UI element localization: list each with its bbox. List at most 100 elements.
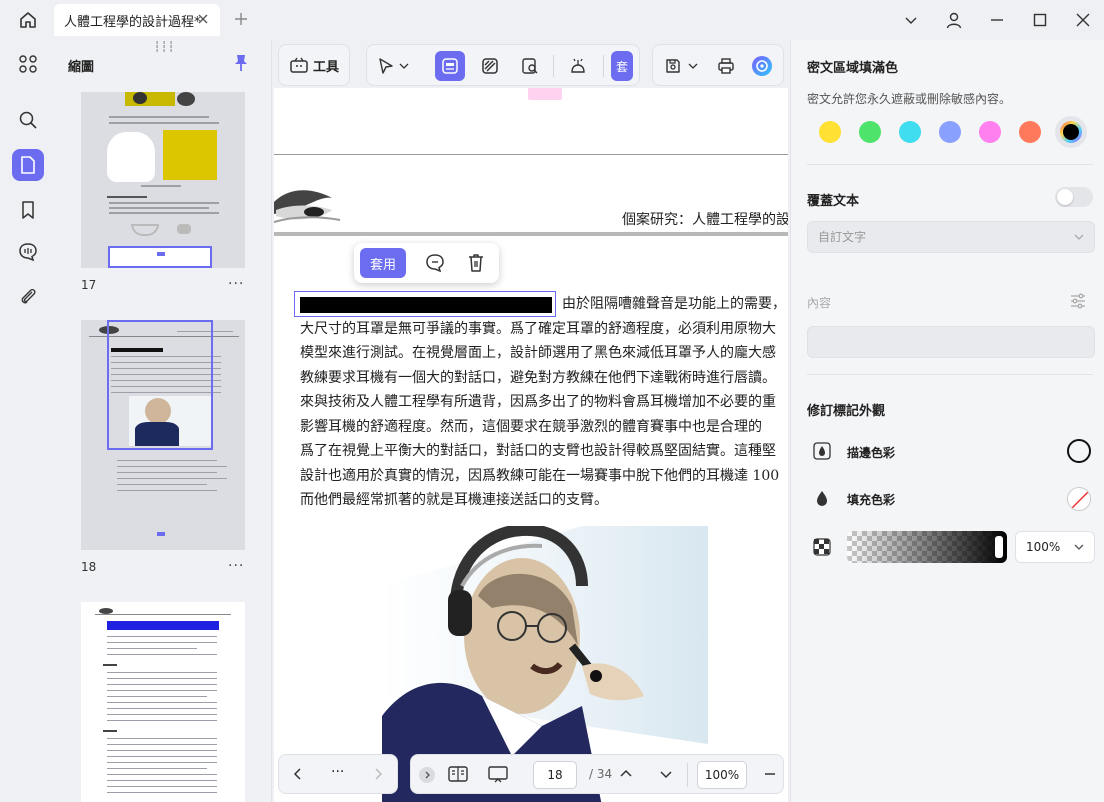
tools-group: 工具 (278, 44, 350, 86)
pin-icon[interactable] (233, 54, 249, 72)
tools-button[interactable]: 工具 (289, 55, 339, 75)
home-icon[interactable] (14, 8, 42, 32)
redact-tab[interactable]: 套 (611, 51, 633, 81)
comment-icon[interactable] (12, 236, 44, 268)
page-divider (274, 154, 788, 155)
content-label: 內容 (807, 296, 832, 310)
minimize-icon[interactable] (975, 0, 1018, 40)
document-tab-title: 人體工程學的設計過程* (64, 14, 201, 30)
resize-grip[interactable]: ┆┆┆ (154, 42, 175, 53)
ai-assistant-icon (751, 55, 773, 77)
overlay-text-toggle[interactable] (1055, 187, 1093, 207)
plus-icon[interactable] (232, 10, 250, 28)
fill-color-picker[interactable] (1067, 487, 1091, 511)
fill-color-label: 填充色彩 (847, 493, 896, 507)
thumbnail-panel-title: 縮圖 (68, 60, 95, 75)
search-icon[interactable] (12, 104, 44, 136)
print-button[interactable] (711, 51, 741, 81)
chevron-up-icon[interactable] (619, 767, 633, 781)
total-pages: / 34 (589, 767, 613, 781)
color-swatch-yellow[interactable] (819, 121, 841, 143)
thumbnail-more-button[interactable]: ··· (228, 558, 244, 574)
save-icon (664, 57, 682, 75)
opacity-slider[interactable] (847, 531, 1007, 563)
thumbnail-page-number: 18 (81, 560, 97, 574)
apply-redaction-button[interactable]: 套用 (360, 248, 406, 278)
opacity-slider-handle[interactable] (995, 536, 1003, 558)
stroke-color-label: 描邊色彩 (847, 446, 896, 460)
pages-icon[interactable] (12, 149, 44, 181)
thumbnail-page-17[interactable] (81, 92, 245, 268)
chevron-down-icon (1074, 232, 1084, 242)
redaction-action-bar: 套用 (354, 243, 499, 283)
overlay-text-label: 覆蓋文本 (807, 194, 860, 209)
content-textbox[interactable] (807, 326, 1095, 358)
thumbnails-icon[interactable] (12, 48, 44, 80)
chevron-down-icon (399, 61, 409, 71)
chevron-left-icon[interactable] (291, 767, 305, 781)
thumbnail-page-18[interactable] (81, 320, 245, 550)
paragraph-line: 來與技術及人體工程學有所遺背，因爲多出了的物料會爲耳機增加不必要的重 (300, 394, 776, 410)
body-paragraph: 由於阻隔嘈雜聲音是功能上的需要， 大尺寸的耳罩是無可爭議的事實。爲了確定耳罩的舒… (300, 292, 788, 513)
paragraph-line: 模型來進行測試。在視覺層面上，設計師選用了黑色來減低耳罩予人的龐大感 (300, 345, 776, 361)
color-swatch-cyan[interactable] (899, 121, 921, 143)
save-button[interactable] (659, 51, 703, 81)
color-swatch-black-selected[interactable] (1055, 116, 1087, 148)
color-swatch-orange[interactable] (1019, 121, 1041, 143)
redact-area-icon (441, 57, 459, 75)
thumbnail-more-button[interactable]: ··· (228, 276, 244, 292)
tools-label: 工具 (313, 59, 340, 75)
mark-redaction-button[interactable] (435, 51, 465, 81)
stroke-color-picker[interactable] (1067, 439, 1091, 463)
opacity-checker-icon (813, 538, 831, 556)
redact-pages-button[interactable] (475, 51, 505, 81)
color-swatch-pink[interactable] (979, 121, 1001, 143)
custom-text-placeholder: 自訂文字 (818, 230, 867, 244)
running-header: 個案研究：人體工程學的設計 (622, 212, 788, 228)
attachment-icon[interactable] (12, 280, 44, 312)
settings-sliders-icon[interactable] (1069, 292, 1087, 310)
thumbnail-page-19[interactable] (81, 602, 245, 802)
custom-text-select[interactable]: 自訂文字 (807, 221, 1095, 253)
close-window-icon[interactable] (1061, 0, 1104, 40)
collapse-arrow-icon[interactable] (419, 767, 435, 783)
color-swatch-green[interactable] (859, 121, 881, 143)
document-page: 個案研究：人體工程學的設計 由於阻隔嘈雜聲音是功能上的需要， 大尺寸的耳罩是無可… (274, 88, 788, 802)
select-tool-button[interactable] (373, 51, 413, 81)
comment-icon[interactable] (424, 252, 446, 274)
paragraph-line: 影響耳機的舒適程度。然而，這個要求在競爭激烈的體育賽事中也是合理的 (300, 418, 762, 435)
sanitize-icon (569, 57, 587, 75)
page-number-input[interactable]: 18 (533, 761, 577, 789)
chevron-down-icon (1074, 542, 1084, 552)
title-bar: 人體工程學的設計過程* (0, 0, 1104, 40)
color-swatch-blue[interactable] (939, 121, 961, 143)
bookmark-icon[interactable] (12, 194, 44, 226)
page-layout-icon[interactable] (447, 764, 469, 784)
search-document-icon (521, 57, 539, 75)
page-nav-group: ··· (278, 754, 398, 794)
search-redact-button[interactable] (515, 51, 545, 81)
chevron-down-icon[interactable] (889, 0, 932, 40)
paragraph-line: 由於阻隔嘈雜聲音是功能上的需要， (562, 296, 786, 312)
cursor-icon (377, 57, 395, 75)
maximize-icon[interactable] (1018, 0, 1061, 40)
document-tab[interactable]: 人體工程學的設計過程* (54, 4, 220, 36)
sanitize-button[interactable] (563, 51, 593, 81)
account-icon[interactable] (932, 0, 975, 40)
zoom-out-icon[interactable] (763, 767, 777, 781)
thumbnail-page-number: 17 (81, 278, 97, 292)
chevron-down-icon[interactable] (659, 767, 673, 781)
opacity-select[interactable]: 100% (1015, 531, 1095, 563)
presentation-icon[interactable] (487, 764, 509, 784)
header-rule (274, 232, 788, 236)
left-rail (0, 40, 54, 802)
panel-description: 密文允許您永久遮蔽或刪除敏感內容。 (807, 92, 1012, 106)
ai-assistant-button[interactable] (747, 51, 777, 81)
zoom-input[interactable]: 100% (697, 761, 747, 789)
chevron-right-icon[interactable] (371, 767, 385, 781)
thumbnail-panel: ┆┆┆ 縮圖 17 ··· 18 ··· (54, 40, 272, 802)
close-tab-icon[interactable] (196, 12, 210, 26)
trash-icon[interactable] (466, 252, 486, 274)
page-image-fragment (528, 88, 562, 100)
more-button[interactable]: ··· (331, 764, 344, 780)
